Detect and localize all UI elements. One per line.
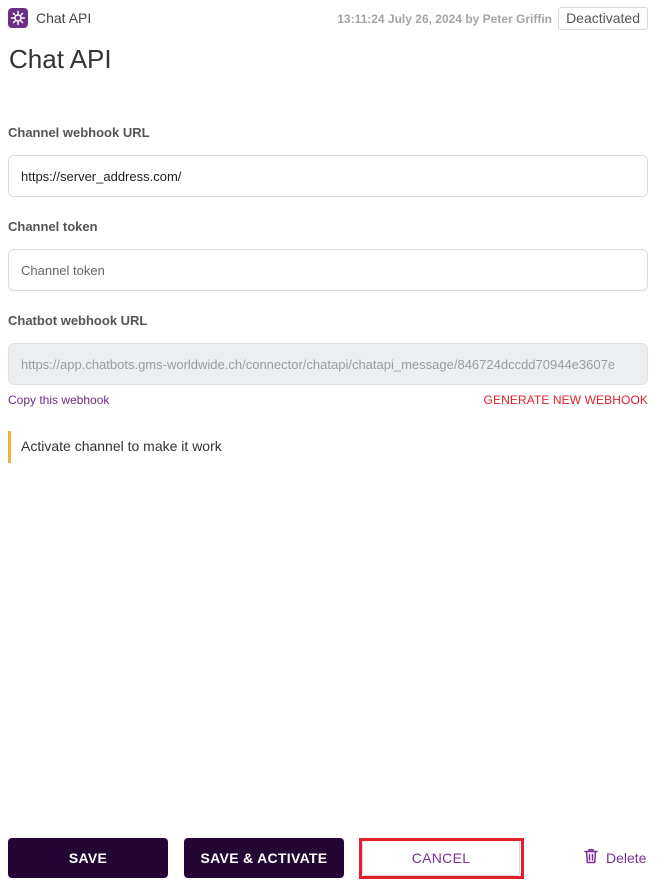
save-activate-button-label: SAVE & ACTIVATE: [200, 850, 328, 866]
cancel-button-label: CANCEL: [411, 850, 471, 866]
last-modified-info: 13:11:24 July 26, 2024 by Peter Griffin: [337, 12, 552, 26]
status-badge: Deactivated: [558, 7, 648, 30]
cancel-button[interactable]: CANCEL: [362, 840, 520, 876]
channel-webhook-input[interactable]: [8, 155, 648, 197]
header-bar: Chat API 13:11:24 July 26, 2024 by Peter…: [8, 7, 648, 30]
activation-notice: Activate channel to make it work: [8, 431, 648, 463]
save-button[interactable]: SAVE: [8, 838, 168, 878]
save-button-label: SAVE: [68, 850, 108, 866]
chatbot-webhook-label: Chatbot webhook URL: [8, 313, 148, 328]
channel-token-label: Channel token: [8, 219, 98, 234]
delete-button[interactable]: Delete: [584, 848, 646, 867]
trash-icon: [584, 848, 598, 867]
save-activate-button[interactable]: SAVE & ACTIVATE: [184, 838, 344, 878]
copy-webhook-link[interactable]: Copy this webhook: [8, 393, 109, 407]
notice-text: Activate channel to make it work: [21, 438, 222, 454]
generate-webhook-link[interactable]: GENERATE NEW WEBHOOK: [484, 393, 648, 407]
chatbot-webhook-input[interactable]: [8, 343, 648, 385]
channel-token-input[interactable]: [8, 249, 648, 291]
page-title: Chat API: [9, 44, 112, 74]
channel-webhook-label: Channel webhook URL: [8, 125, 150, 140]
app-name: Chat API: [36, 10, 92, 26]
chat-api-icon: [8, 8, 28, 28]
page: Chat API 13:11:24 July 26, 2024 by Peter…: [0, 0, 657, 884]
delete-button-label: Delete: [606, 849, 647, 866]
